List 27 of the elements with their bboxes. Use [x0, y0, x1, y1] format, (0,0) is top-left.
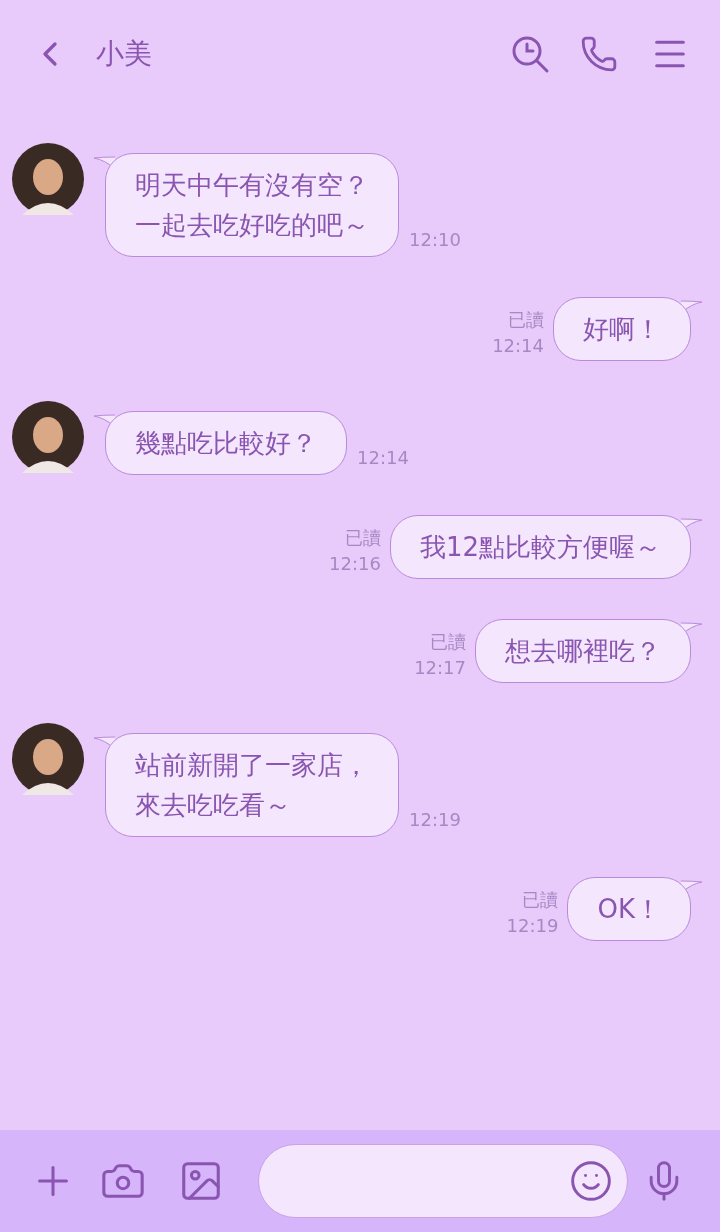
message-line: 明天中午有沒有空？ — [135, 169, 369, 202]
message-time: 12:14 — [492, 334, 544, 358]
search-history-button[interactable] — [510, 34, 550, 74]
message-line: OK！ — [597, 893, 661, 926]
avatar — [12, 723, 84, 795]
emoji-icon[interactable] — [569, 1159, 613, 1203]
message-line: 好啊！ — [583, 313, 661, 346]
chat-title: 小美 — [96, 36, 152, 72]
message-line: 一起去吃好吃的吧～ — [135, 209, 369, 242]
message-line: 來去吃吃看～ — [135, 789, 291, 822]
message-time: 12:17 — [414, 656, 466, 680]
message-time: 12:19 — [409, 808, 461, 832]
message-time: 12:16 — [329, 552, 381, 576]
message-line: 站前新開了一家店， — [135, 749, 369, 782]
avatar — [12, 143, 84, 215]
message-time: 12:14 — [357, 446, 409, 470]
call-button[interactable] — [580, 35, 618, 73]
read-receipt: 已讀 — [344, 526, 381, 550]
read-receipt: 已讀 — [522, 888, 559, 912]
message-line: 想去哪裡吃？ — [505, 635, 661, 668]
message-time: 12:19 — [506, 914, 559, 938]
avatar — [12, 401, 84, 473]
read-receipt: 已讀 — [430, 630, 466, 654]
message-time: 12:10 — [409, 228, 461, 252]
read-receipt: 已讀 — [508, 308, 544, 332]
message-line: 幾點吃比較好？ — [135, 427, 317, 460]
message-line: 我12點比較方便喔～ — [419, 531, 661, 564]
